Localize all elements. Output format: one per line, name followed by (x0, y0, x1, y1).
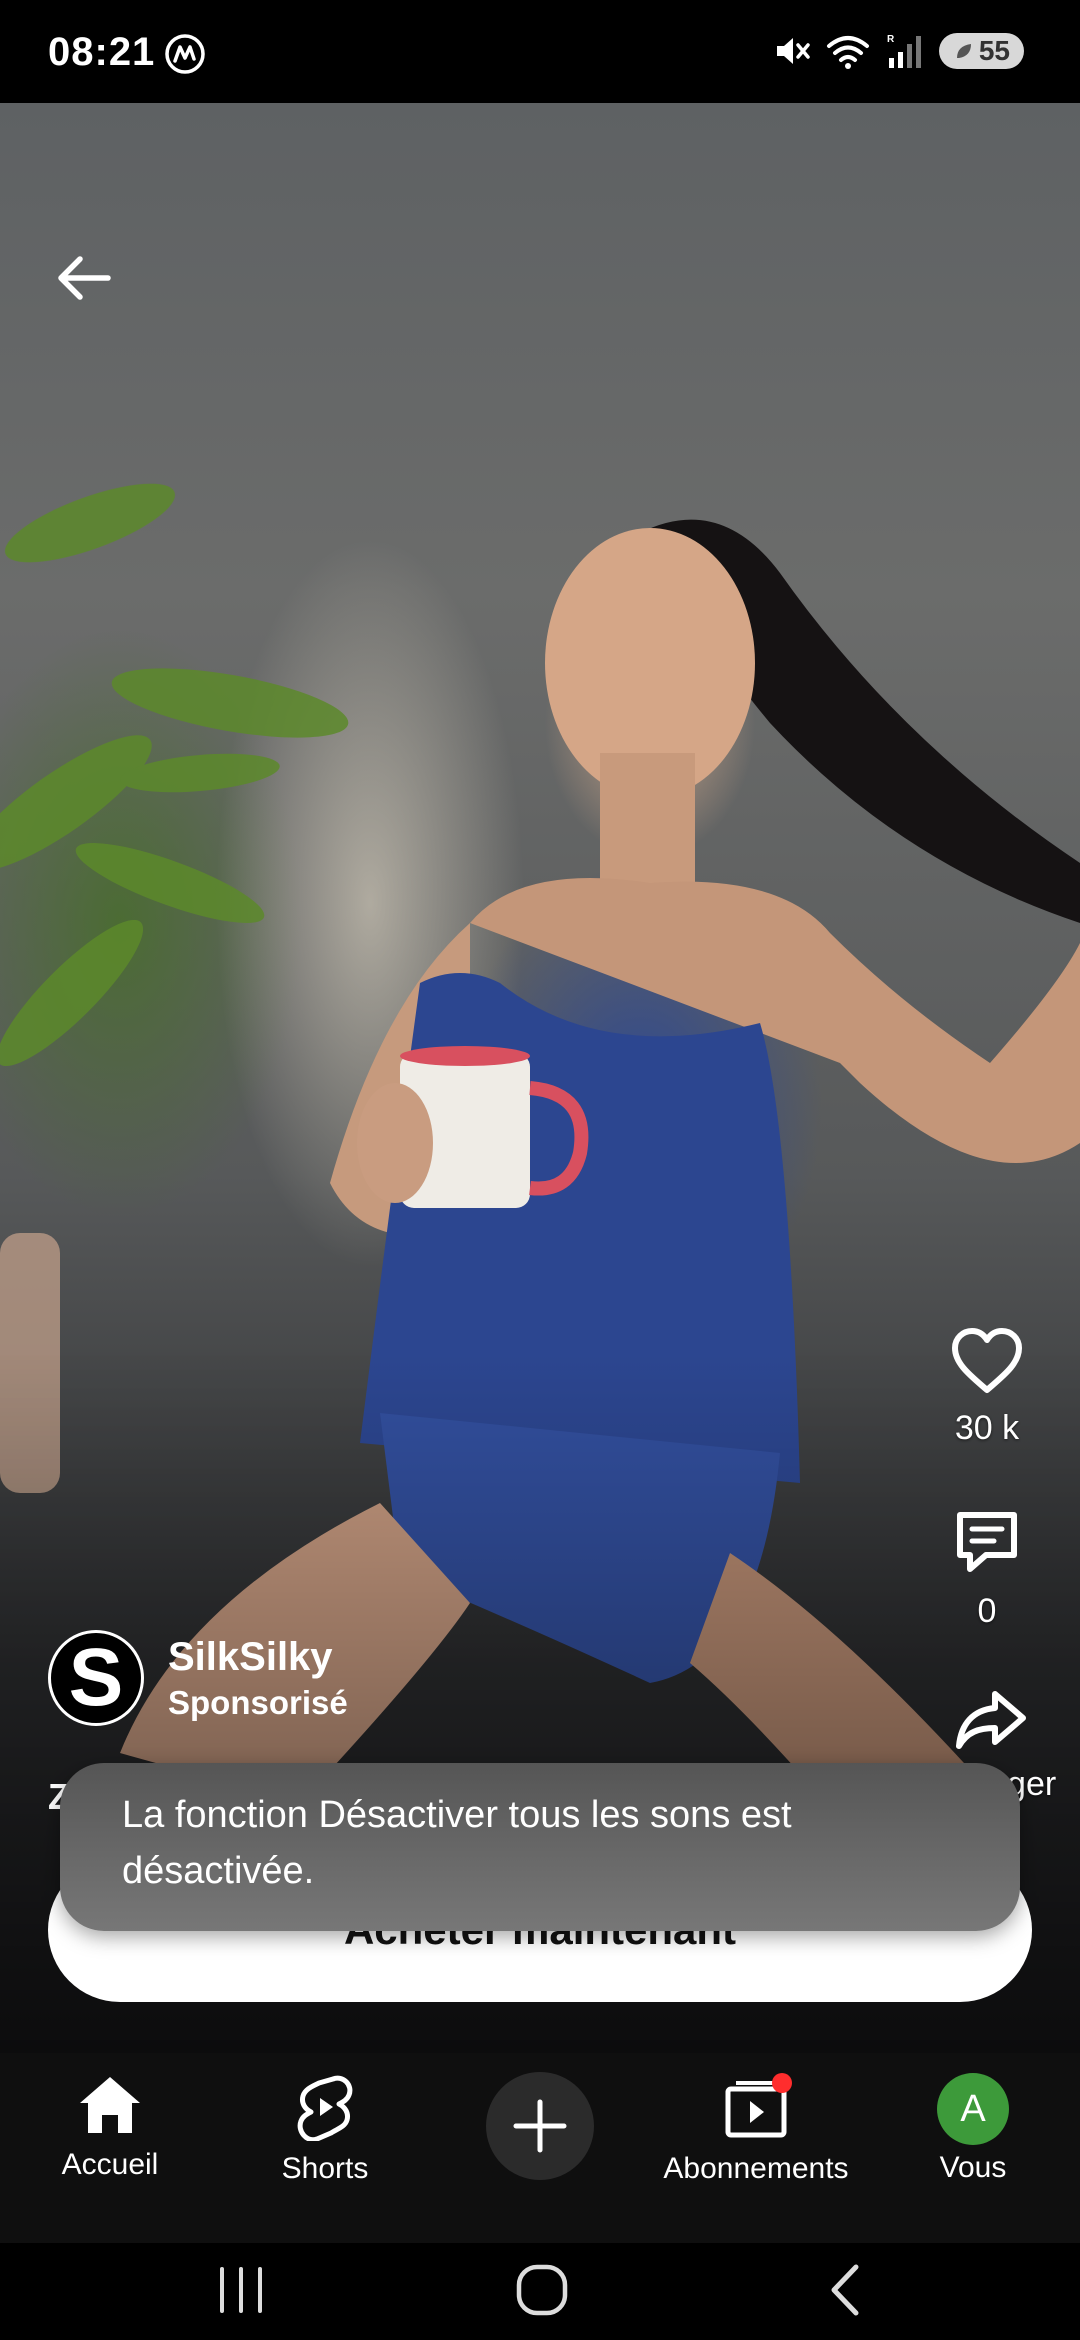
nav-subscriptions[interactable]: Abonnements (650, 2073, 862, 2186)
mute-toast: La fonction Désactiver tous les sons est… (60, 1763, 1020, 1931)
battery-indicator: 55 (938, 33, 1024, 69)
toast-message: La fonction Désactiver tous les sons est… (122, 1794, 792, 1892)
channel-avatar[interactable]: S (48, 1630, 144, 1726)
nav-shorts-label: Shorts (281, 2152, 369, 2185)
back-system-icon[interactable] (820, 2263, 874, 2317)
subscriptions-icon (725, 2073, 792, 2138)
nav-you[interactable]: A Vous (903, 2073, 1043, 2185)
channel-text: SilkSilky Sponsorisé (168, 1635, 348, 1722)
comment-icon (957, 1512, 1017, 1572)
sponsored-label: Sponsorisé (168, 1683, 348, 1721)
mute-icon (776, 38, 810, 64)
app-notification-icon (165, 34, 205, 74)
comment-button[interactable]: 0 (902, 1507, 1072, 1631)
create-button[interactable] (486, 2072, 594, 2180)
nav-home[interactable]: Accueil (40, 2073, 180, 2182)
status-time: 08:21 (48, 30, 156, 74)
back-arrow-icon[interactable] (50, 243, 120, 313)
you-avatar: A (937, 2073, 1009, 2145)
battery-level: 55 (978, 35, 1010, 66)
svg-text:R: R (887, 34, 895, 45)
system-nav-bar (0, 2243, 1080, 2340)
battery-saver-icon (956, 44, 971, 58)
wifi-icon (826, 36, 869, 69)
channel-name[interactable]: SilkSilky (168, 1635, 348, 1680)
status-icons: R 55 (773, 32, 1024, 70)
bottom-nav: Accueil Shorts Abonnements A Vous (0, 2053, 1080, 2243)
nav-shorts[interactable]: Shorts (255, 2073, 395, 2186)
signal-icon: R (887, 34, 921, 68)
home-icon (80, 2077, 140, 2133)
share-icon (956, 1691, 1026, 1749)
short-video-player[interactable]: 30 k 0 Partager S SilkSilky Sponsorisé Z… (0, 103, 1080, 2053)
nav-you-label: Vous (939, 2151, 1007, 2184)
heart-icon (952, 1328, 1022, 1393)
status-bar: 08:21 R 55 (0, 0, 1080, 103)
plus-icon (513, 2099, 567, 2153)
nav-home-label: Accueil (61, 2148, 159, 2181)
home-system-icon[interactable] (515, 2263, 569, 2317)
comment-count: 0 (977, 1592, 997, 1630)
nav-subscriptions-label: Abonnements (663, 2152, 849, 2185)
like-button[interactable]: 30 k (902, 1328, 1072, 1448)
shorts-icon (297, 2075, 353, 2143)
recent-apps-icon[interactable] (214, 2263, 268, 2317)
like-count: 30 k (954, 1409, 1020, 1447)
channel-info[interactable]: S SilkSilky Sponsorisé (48, 1630, 348, 1726)
